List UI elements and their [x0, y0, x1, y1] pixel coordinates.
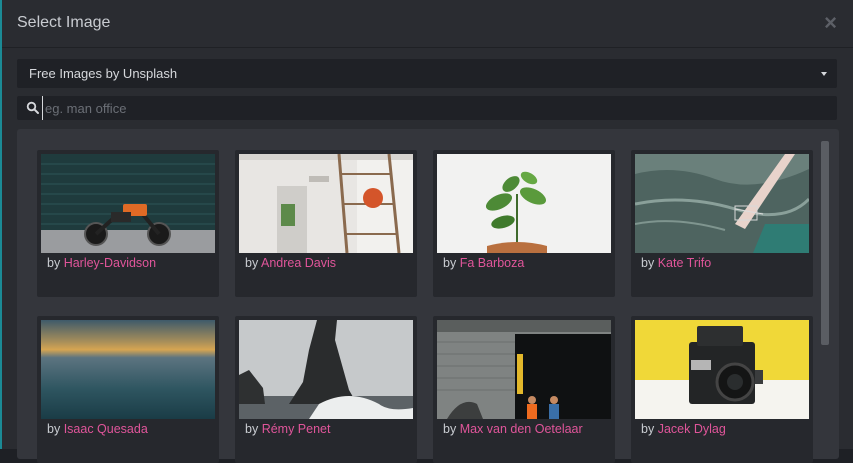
author-link[interactable]: Fa Barboza [460, 256, 525, 270]
select-image-modal: Select Image × Free Images by Unsplash e… [0, 0, 853, 463]
image-card[interactable]: by Kate Trifo [631, 150, 813, 297]
image-grid: by Harley-Davidson by Andrea Davis by Fa… [17, 129, 839, 463]
image-credit: by Fa Barboza [443, 256, 524, 270]
search-box [17, 96, 837, 120]
credit-prefix: by [47, 422, 61, 436]
image-credit: by Max van den Oetelaar [443, 422, 583, 436]
author-link[interactable]: Harley-Davidson [64, 256, 156, 270]
chevron-down-icon [821, 72, 827, 76]
credit-prefix: by [443, 422, 457, 436]
camera-photo[interactable] [635, 320, 809, 419]
ocean-pier-photo[interactable] [635, 154, 809, 253]
potted-plant-photo[interactable] [437, 154, 611, 253]
image-card[interactable]: by Fa Barboza [433, 150, 615, 297]
image-card[interactable]: by Rémy Penet [235, 316, 417, 463]
street-building-photo[interactable] [437, 320, 611, 419]
image-credit: by Jacek Dylag [641, 422, 726, 436]
motorcycle-photo[interactable] [41, 154, 215, 253]
author-link[interactable]: Kate Trifo [658, 256, 712, 270]
close-icon[interactable]: × [824, 12, 837, 34]
image-credit: by Isaac Quesada [47, 422, 148, 436]
interior-ladder-photo[interactable] [239, 154, 413, 253]
search-input[interactable] [42, 96, 825, 120]
credit-prefix: by [641, 256, 655, 270]
modal-header: Select Image × [2, 0, 853, 48]
image-card[interactable]: by Max van den Oetelaar [433, 316, 615, 463]
image-card[interactable]: by Jacek Dylag [631, 316, 813, 463]
image-source-selected-value: Free Images by Unsplash [29, 66, 178, 81]
image-source-select[interactable]: Free Images by Unsplash [17, 59, 837, 88]
modal-title: Select Image [17, 14, 111, 31]
image-card[interactable]: by Andrea Davis [235, 150, 417, 297]
horizon-blur-photo[interactable] [41, 320, 215, 419]
author-link[interactable]: Isaac Quesada [64, 422, 148, 436]
credit-prefix: by [443, 256, 457, 270]
credit-prefix: by [245, 256, 259, 270]
image-credit: by Andrea Davis [245, 256, 336, 270]
image-credit: by Kate Trifo [641, 256, 711, 270]
image-credit: by Harley-Davidson [47, 256, 156, 270]
search-icon [26, 101, 39, 114]
author-link[interactable]: Andrea Davis [261, 256, 336, 270]
author-link[interactable]: Max van den Oetelaar [460, 422, 583, 436]
sea-rock-photo[interactable] [239, 320, 413, 419]
image-credit: by Rémy Penet [245, 422, 330, 436]
credit-prefix: by [245, 422, 259, 436]
author-link[interactable]: Rémy Penet [262, 422, 331, 436]
image-card[interactable]: by Isaac Quesada [37, 316, 219, 463]
image-card[interactable]: by Harley-Davidson [37, 150, 219, 297]
scrollbar-thumb[interactable] [821, 141, 829, 345]
credit-prefix: by [641, 422, 655, 436]
credit-prefix: by [47, 256, 61, 270]
author-link[interactable]: Jacek Dylag [658, 422, 726, 436]
